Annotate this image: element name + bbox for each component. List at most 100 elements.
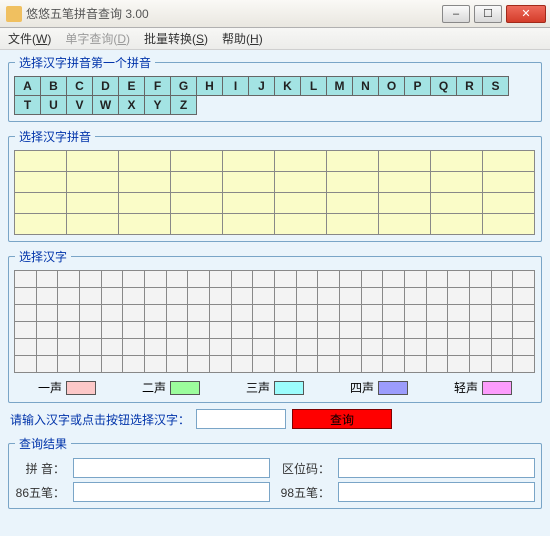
hanzi-cell[interactable] xyxy=(79,321,102,339)
hanzi-cell[interactable] xyxy=(296,287,319,305)
hanzi-cell[interactable] xyxy=(339,321,362,339)
hanzi-cell[interactable] xyxy=(512,321,535,339)
hanzi-cell[interactable] xyxy=(187,321,210,339)
menu-help[interactable]: 帮助(H) xyxy=(222,30,263,47)
hanzi-cell[interactable] xyxy=(187,304,210,322)
hanzi-cell[interactable] xyxy=(274,338,297,356)
hanzi-cell[interactable] xyxy=(14,338,37,356)
hanzi-cell[interactable] xyxy=(209,355,232,373)
pinyin-cell[interactable] xyxy=(326,213,379,235)
letter-cell-t[interactable]: T xyxy=(14,95,41,115)
hanzi-cell[interactable] xyxy=(339,287,362,305)
letter-cell-m[interactable]: M xyxy=(326,76,353,96)
letter-cell-g[interactable]: G xyxy=(170,76,197,96)
hanzi-cell[interactable] xyxy=(231,287,254,305)
result-quwei-field[interactable] xyxy=(338,458,535,478)
letter-cell-i[interactable]: I xyxy=(222,76,249,96)
hanzi-cell[interactable] xyxy=(512,355,535,373)
pinyin-cell[interactable] xyxy=(482,150,535,172)
hanzi-cell[interactable] xyxy=(101,270,124,288)
letter-cell-e[interactable]: E xyxy=(118,76,145,96)
pinyin-cell[interactable] xyxy=(66,171,119,193)
pinyin-cell[interactable] xyxy=(430,150,483,172)
hanzi-cell[interactable] xyxy=(101,338,124,356)
result-pinyin-field[interactable] xyxy=(73,458,270,478)
hanzi-cell[interactable] xyxy=(79,338,102,356)
pinyin-cell[interactable] xyxy=(378,213,431,235)
letter-cell-y[interactable]: Y xyxy=(144,95,171,115)
hanzi-cell[interactable] xyxy=(447,355,470,373)
hanzi-cell[interactable] xyxy=(36,321,59,339)
hanzi-cell[interactable] xyxy=(404,304,427,322)
hanzi-cell[interactable] xyxy=(361,338,384,356)
pinyin-cell[interactable] xyxy=(170,171,223,193)
pinyin-cell[interactable] xyxy=(118,150,171,172)
hanzi-cell[interactable] xyxy=(274,304,297,322)
result-wb98-field[interactable] xyxy=(338,482,535,502)
hanzi-cell[interactable] xyxy=(101,304,124,322)
query-button[interactable]: 查询 xyxy=(292,409,392,429)
hanzi-cell[interactable] xyxy=(426,304,449,322)
pinyin-cell[interactable] xyxy=(326,171,379,193)
pinyin-cell[interactable] xyxy=(326,192,379,214)
pinyin-cell[interactable] xyxy=(430,171,483,193)
hanzi-cell[interactable] xyxy=(339,338,362,356)
hanzi-cell[interactable] xyxy=(469,321,492,339)
letter-cell-p[interactable]: P xyxy=(404,76,431,96)
hanzi-cell[interactable] xyxy=(36,270,59,288)
pinyin-cell[interactable] xyxy=(14,150,67,172)
hanzi-cell[interactable] xyxy=(404,355,427,373)
hanzi-cell[interactable] xyxy=(491,304,514,322)
letter-cell-h[interactable]: H xyxy=(196,76,223,96)
hanzi-cell[interactable] xyxy=(122,321,145,339)
letter-cell-c[interactable]: C xyxy=(66,76,93,96)
hanzi-cell[interactable] xyxy=(469,270,492,288)
hanzi-cell[interactable] xyxy=(469,338,492,356)
pinyin-cell[interactable] xyxy=(274,213,327,235)
hanzi-cell[interactable] xyxy=(296,304,319,322)
pinyin-cell[interactable] xyxy=(170,192,223,214)
pinyin-cell[interactable] xyxy=(14,192,67,214)
hanzi-cell[interactable] xyxy=(296,355,319,373)
hanzi-cell[interactable] xyxy=(187,287,210,305)
hanzi-cell[interactable] xyxy=(361,321,384,339)
menu-single-query[interactable]: 单字查询(D) xyxy=(65,30,130,47)
pinyin-cell[interactable] xyxy=(378,171,431,193)
hanzi-cell[interactable] xyxy=(447,270,470,288)
hanzi-cell[interactable] xyxy=(512,270,535,288)
hanzi-cell[interactable] xyxy=(14,355,37,373)
pinyin-cell[interactable] xyxy=(14,171,67,193)
hanzi-cell[interactable] xyxy=(252,304,275,322)
hanzi-cell[interactable] xyxy=(231,355,254,373)
hanzi-cell[interactable] xyxy=(404,321,427,339)
hanzi-cell[interactable] xyxy=(404,270,427,288)
hanzi-cell[interactable] xyxy=(447,321,470,339)
letter-cell-j[interactable]: J xyxy=(248,76,275,96)
hanzi-cell[interactable] xyxy=(57,304,80,322)
pinyin-cell[interactable] xyxy=(118,171,171,193)
hanzi-cell[interactable] xyxy=(144,355,167,373)
hanzi-cell[interactable] xyxy=(166,321,189,339)
hanzi-cell[interactable] xyxy=(57,355,80,373)
letter-cell-s[interactable]: S xyxy=(482,76,509,96)
letter-cell-w[interactable]: W xyxy=(92,95,119,115)
hanzi-cell[interactable] xyxy=(101,355,124,373)
hanzi-cell[interactable] xyxy=(209,338,232,356)
pinyin-cell[interactable] xyxy=(66,150,119,172)
hanzi-cell[interactable] xyxy=(512,338,535,356)
letter-cell-o[interactable]: O xyxy=(378,76,405,96)
pinyin-cell[interactable] xyxy=(118,213,171,235)
hanzi-cell[interactable] xyxy=(79,270,102,288)
hanzi-cell[interactable] xyxy=(122,270,145,288)
hanzi-cell[interactable] xyxy=(122,338,145,356)
hanzi-cell[interactable] xyxy=(209,287,232,305)
letter-cell-k[interactable]: K xyxy=(274,76,301,96)
close-button[interactable]: ✕ xyxy=(506,5,546,23)
pinyin-cell[interactable] xyxy=(66,213,119,235)
letter-cell-r[interactable]: R xyxy=(456,76,483,96)
hanzi-cell[interactable] xyxy=(491,338,514,356)
hanzi-cell[interactable] xyxy=(101,321,124,339)
hanzi-cell[interactable] xyxy=(274,355,297,373)
letter-cell-x[interactable]: X xyxy=(118,95,145,115)
hanzi-cell[interactable] xyxy=(166,304,189,322)
